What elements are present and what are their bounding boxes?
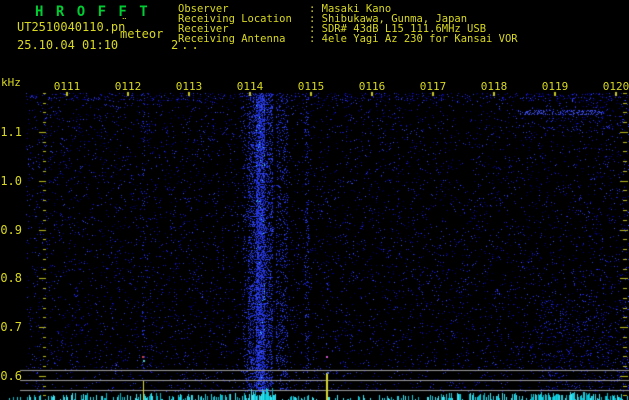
info-label: Receiving Antenna	[178, 33, 286, 45]
time-tick-label: 0113	[175, 80, 203, 93]
time-tick-label: 0111	[53, 80, 81, 93]
mode-label: meteor	[120, 27, 164, 41]
time-tick-label: 0119	[541, 80, 569, 93]
time-tick-label: 0117	[419, 80, 447, 93]
capture-filename: UT2510040110.pn	[17, 20, 126, 34]
time-tick-label: 0115	[297, 80, 325, 93]
freq-tick-label: 0.8	[0, 271, 22, 285]
time-tick-label: 0118	[480, 80, 508, 93]
freq-axis-unit: kHz	[1, 76, 21, 89]
hrofft-window: H R O F F T UT2510040110.pn ¨ meteor 25.…	[0, 0, 629, 400]
freq-tick-label: 1.1	[0, 125, 22, 139]
time-tick-label: 0112	[114, 80, 142, 93]
freq-tick-label: 0.9	[0, 223, 22, 237]
app-title: H R O F F T	[35, 4, 150, 20]
time-tick-label: 0120	[602, 80, 629, 93]
station-info-block: Observer: Masaki Kano Receiving Location:…	[178, 4, 518, 45]
datetime-label: 25.10.04 01:10	[17, 38, 119, 52]
info-separator: :	[309, 33, 322, 45]
info-value: 4ele Yagi Az 230 for Kansai VOR	[321, 33, 518, 45]
freq-tick-label: 1.0	[0, 174, 22, 188]
time-tick-label: 0114	[236, 80, 264, 93]
spectrogram-canvas	[0, 0, 629, 400]
freq-tick-label: 0.6	[0, 369, 22, 383]
station-info-row: Receiving Antenna: 4ele Yagi Az 230 for …	[178, 33, 518, 45]
time-tick-label: 0116	[358, 80, 386, 93]
freq-tick-label: 0.7	[0, 320, 22, 334]
